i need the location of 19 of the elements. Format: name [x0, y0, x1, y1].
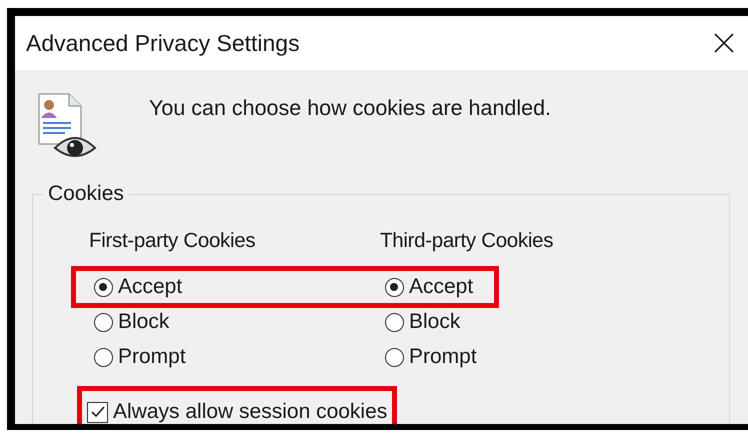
- column-heading: Third-party Cookies: [380, 229, 554, 253]
- close-icon: [714, 33, 734, 53]
- radio-button[interactable]: [94, 312, 113, 332]
- radio-button[interactable]: [385, 312, 404, 332]
- radio-button[interactable]: [385, 348, 404, 366]
- radio-button[interactable]: [94, 348, 113, 366]
- radio-option[interactable]: Accept: [385, 274, 585, 300]
- radio-option[interactable]: Prompt: [385, 344, 585, 370]
- window-title: Advanced Privacy Settings: [26, 30, 300, 56]
- description-text: You can choose how cookies are handled.: [149, 96, 552, 121]
- radio-button[interactable]: [94, 278, 113, 296]
- radio-option[interactable]: Accept: [94, 274, 385, 300]
- radio-button[interactable]: [385, 278, 404, 296]
- checkbox[interactable]: [87, 402, 108, 422]
- radio-option[interactable]: Block: [94, 309, 385, 335]
- column-heading: First-party Cookies: [89, 229, 256, 253]
- radio-option[interactable]: Block: [385, 309, 585, 335]
- checkbox-option[interactable]: Always allow session cookies: [87, 399, 388, 424]
- radio-option[interactable]: Prompt: [94, 344, 385, 370]
